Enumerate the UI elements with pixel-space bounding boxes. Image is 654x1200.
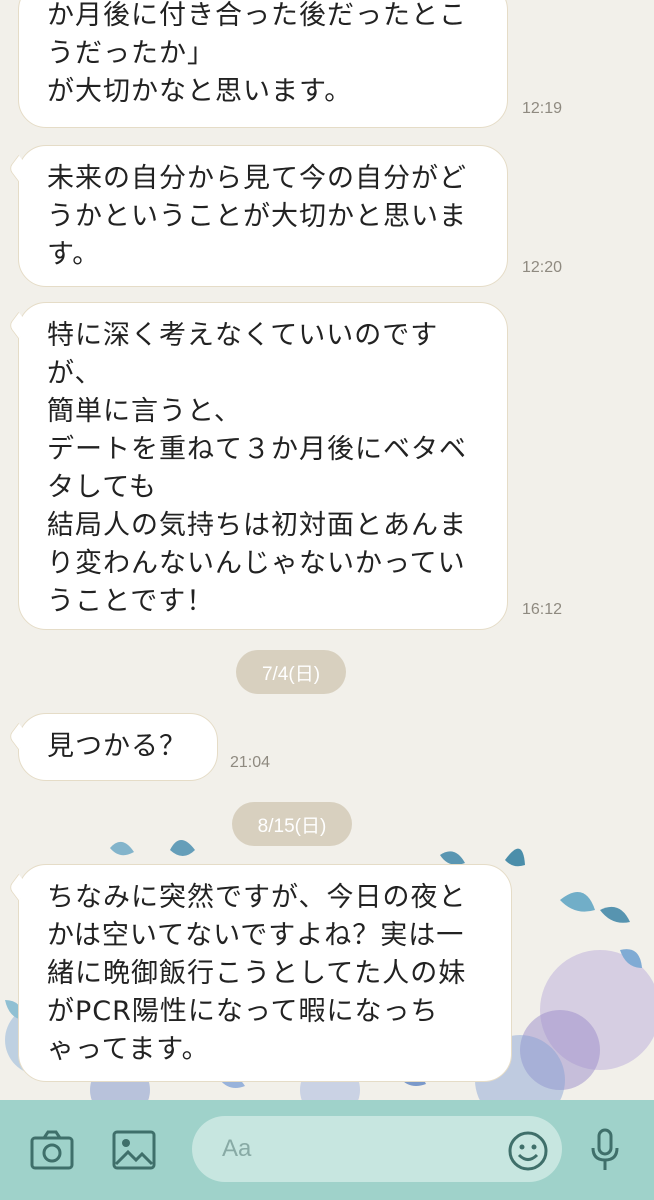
message-input-bar: Aa [0, 1100, 654, 1200]
image-icon[interactable] [112, 1130, 156, 1174]
message-time: 21:04 [230, 754, 271, 771]
message-bubble: ちなみに突然ですが、今日の夜と かは空いてないですよね？実は一 緒に晩御飯行こう… [18, 864, 512, 1082]
chat-area[interactable]: か月後に付き合った後だったとこ うだったか」 が大切かなと思います。 12:19… [0, 0, 654, 1100]
date-separator: 8/15(日) [232, 802, 352, 846]
message-bubble: 見つかる？ [18, 713, 218, 781]
message-bubble: 特に深く考えなくていいのです が、 簡単に言うと、 デートを重ねて３か月後にベタ… [18, 302, 508, 630]
message-time: 16:12 [522, 601, 563, 618]
camera-icon[interactable] [30, 1130, 74, 1174]
input-placeholder: Aa [222, 1135, 252, 1162]
message-bubble: か月後に付き合った後だったとこ うだったか」 が大切かなと思います。 [18, 0, 508, 128]
emoji-icon[interactable] [507, 1130, 549, 1176]
message-time: 12:19 [522, 100, 563, 117]
date-separator: 7/4(日) [236, 650, 346, 694]
message-bubble: 未来の自分から見て今の自分がど うかということが大切かと思いま す。 [18, 145, 508, 287]
mic-icon[interactable] [590, 1128, 620, 1176]
message-time: 12:20 [522, 259, 563, 276]
